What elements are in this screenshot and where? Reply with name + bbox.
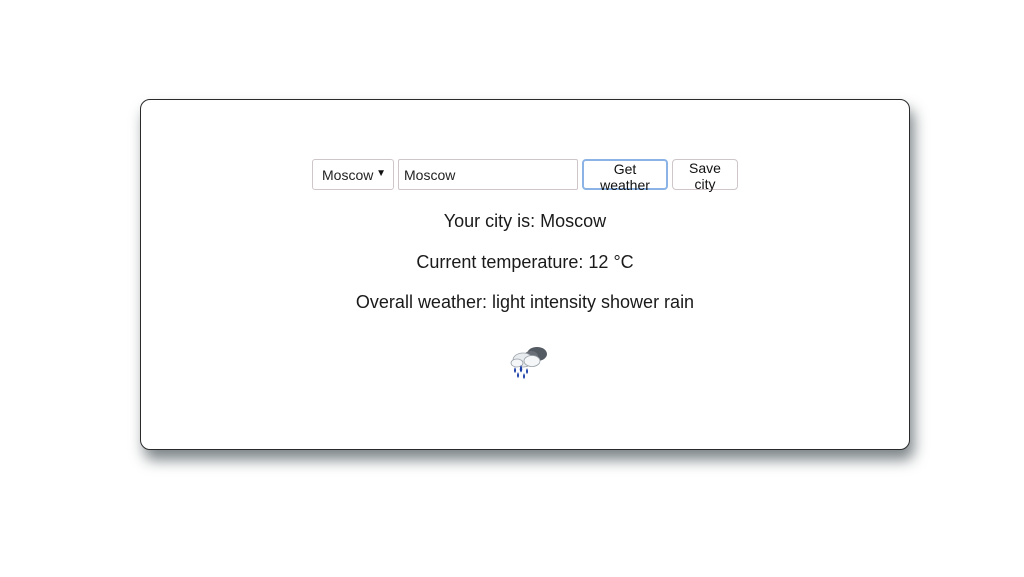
save-city-button[interactable]: Save city <box>672 159 738 192</box>
city-select[interactable]: Moscow ▼ <box>312 159 394 190</box>
city-text: Your city is: Moscow <box>443 211 607 231</box>
weather-card: Moscow ▼ Get weather Save city Your city… <box>140 99 910 450</box>
weather-description-text: Overall weather: light intensity shower … <box>355 292 695 312</box>
get-weather-button[interactable]: Get weather <box>582 159 668 193</box>
dropdown-arrow-icon: ▼ <box>376 168 386 179</box>
controls-row: Moscow ▼ Get weather Save city <box>141 159 909 193</box>
city-input[interactable] <box>398 159 578 190</box>
city-select-value: Moscow <box>322 166 374 183</box>
temperature-text: Current temperature: 12 °C <box>416 252 634 272</box>
shower-rain-icon <box>510 347 547 379</box>
